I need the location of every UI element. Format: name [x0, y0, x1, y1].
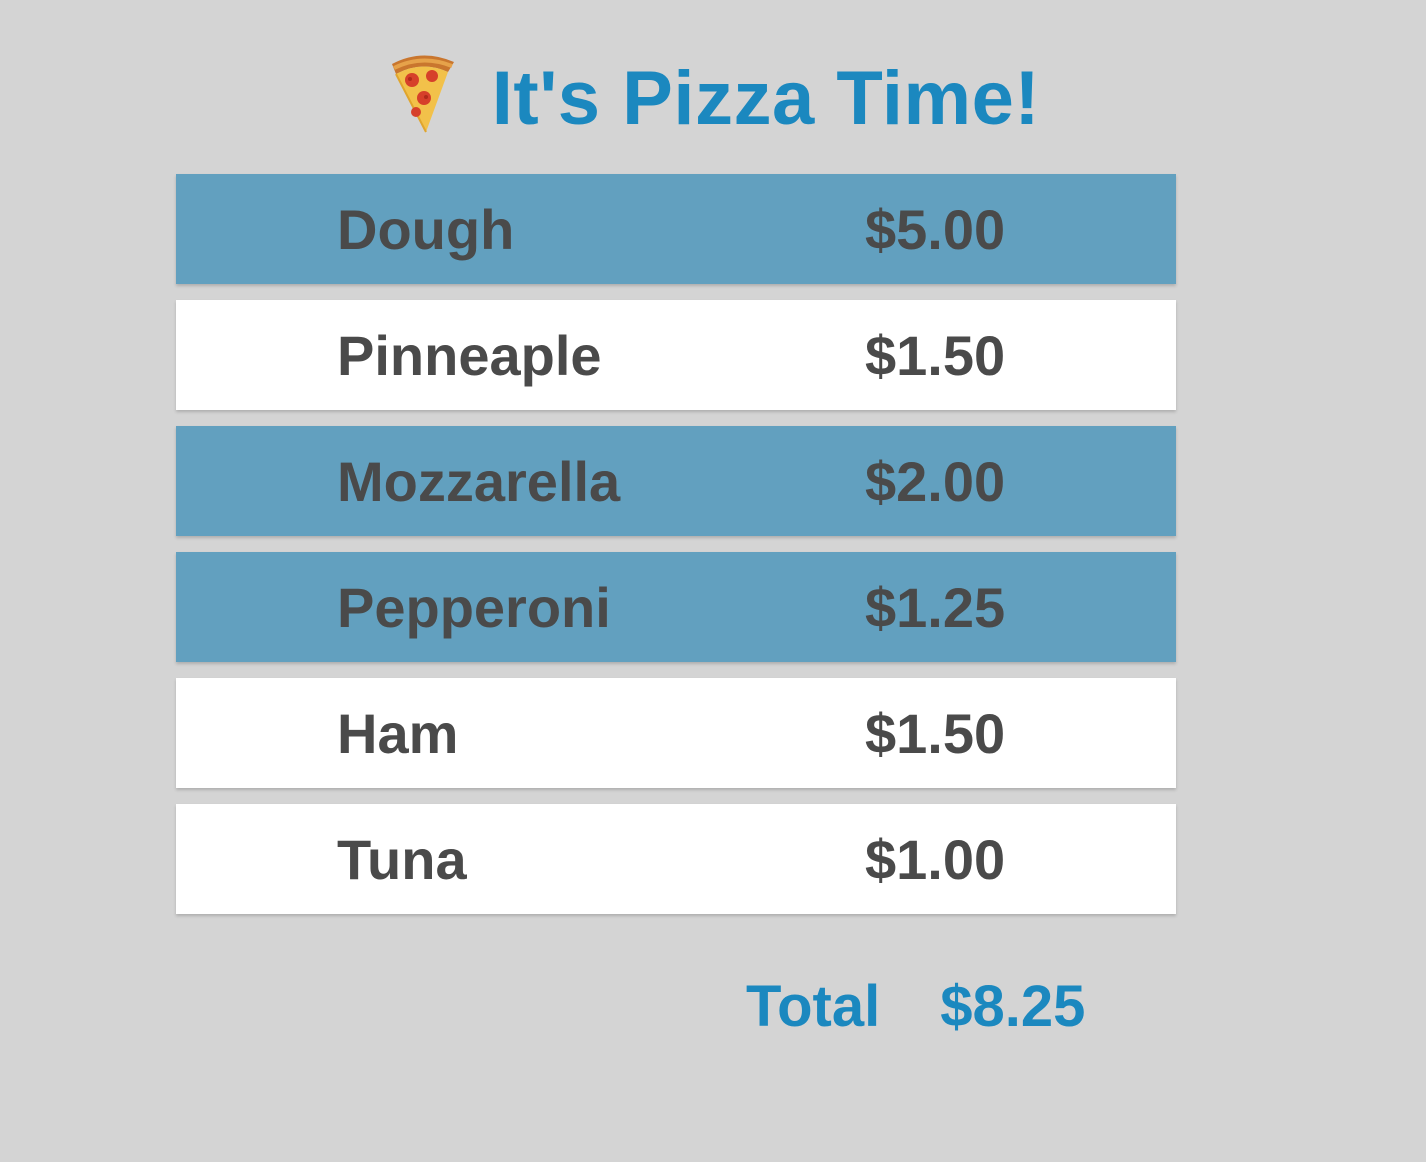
pizza-slice-icon: [386, 50, 460, 134]
header: It's Pizza Time!: [0, 48, 1426, 148]
ingredient-price: $2.00: [865, 449, 1006, 513]
pizza-order-page: It's Pizza Time! Dough $5.00 Pinneaple $…: [0, 0, 1426, 1162]
ingredient-item-dough[interactable]: Dough $5.00: [176, 174, 1176, 284]
ingredient-name: Pinneaple: [337, 323, 602, 387]
ingredient-item-tuna[interactable]: Tuna $1.00: [176, 804, 1176, 914]
ingredient-name: Dough: [337, 197, 515, 261]
ingredient-list: Dough $5.00 Pinneaple $1.50 Mozzarella $…: [176, 174, 1176, 930]
ingredient-item-pepperoni[interactable]: Pepperoni $1.25: [176, 552, 1176, 662]
ingredient-name: Ham: [337, 701, 459, 765]
ingredient-item-pinneaple[interactable]: Pinneaple $1.50: [176, 300, 1176, 410]
total-label: Total: [746, 973, 881, 1039]
total-value: $8.25: [940, 973, 1086, 1039]
ingredient-price: $1.25: [865, 575, 1006, 639]
ingredient-price: $1.50: [865, 323, 1006, 387]
ingredient-name: Pepperoni: [337, 575, 611, 639]
ingredient-item-mozzarella[interactable]: Mozzarella $2.00: [176, 426, 1176, 536]
ingredient-price: $1.00: [865, 827, 1006, 891]
ingredient-item-ham[interactable]: Ham $1.50: [176, 678, 1176, 788]
page-title: It's Pizza Time!: [491, 55, 1041, 141]
ingredient-name: Tuna: [337, 827, 467, 891]
ingredient-name: Mozzarella: [337, 449, 621, 513]
ingredient-price: $1.50: [865, 701, 1006, 765]
ingredient-price: $5.00: [865, 197, 1006, 261]
order-total: Total $8.25: [746, 968, 1085, 1044]
